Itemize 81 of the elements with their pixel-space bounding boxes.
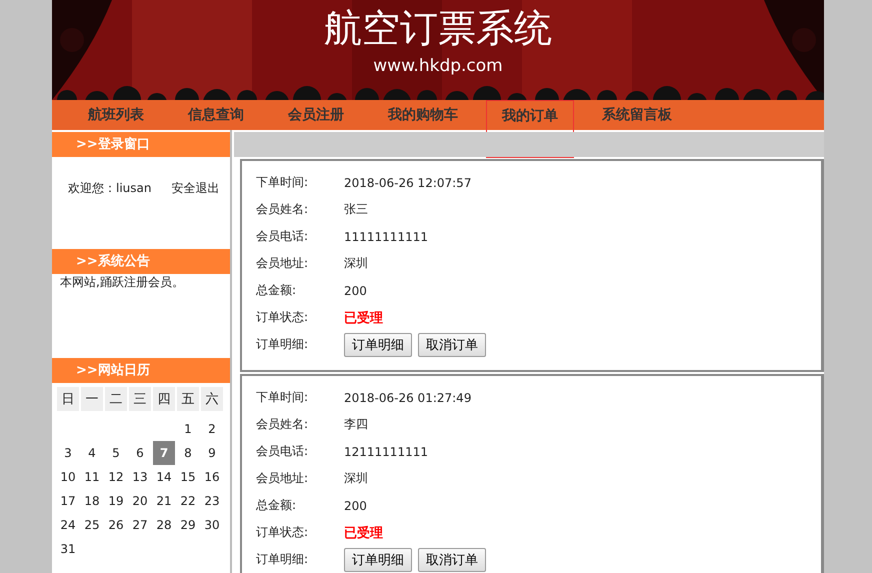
calendar-day[interactable]: 18 <box>81 489 103 513</box>
calendar-day[interactable]: 9 <box>201 441 223 465</box>
order-button[interactable]: 订单明细 <box>344 332 412 356</box>
field-label: 总金额: <box>256 497 298 514</box>
field-label: 订单状态: <box>256 309 310 326</box>
field-value: 12111111111 <box>344 444 428 458</box>
calendar-day[interactable]: 23 <box>201 489 223 513</box>
site-url: www.hkdp.com <box>373 56 503 76</box>
weekday-header: 四 <box>153 387 175 411</box>
field-label: 订单状态: <box>256 524 310 541</box>
nav-link[interactable]: 系统留言板 <box>586 100 688 130</box>
nav-link[interactable]: 我的购物车 <box>372 100 474 130</box>
site-title: 航空订票系统 <box>324 6 552 50</box>
calendar-day[interactable]: 17 <box>57 489 79 513</box>
calendar-day[interactable]: 13 <box>129 465 151 489</box>
field-label: 会员电话: <box>256 228 310 245</box>
field-label: 会员地址: <box>256 255 310 272</box>
panel-header: >>登录窗口 <box>52 132 230 157</box>
welcome-text: 欢迎您：liusan <box>67 181 152 195</box>
field-label: 下单时间: <box>256 174 310 191</box>
field-label: 总金额: <box>256 282 298 299</box>
field-label: 会员电话: <box>256 443 310 460</box>
calendar-day[interactable]: 15 <box>177 465 199 489</box>
calendar-day[interactable]: 3 <box>57 441 79 465</box>
panel-header: >>网站日历 <box>52 358 230 383</box>
calendar-day[interactable]: 1 <box>177 417 199 441</box>
field-value: 11111111111 <box>344 230 428 244</box>
calendar-day[interactable]: 4 <box>81 441 103 465</box>
field-label: 下单时间: <box>256 389 310 406</box>
field-label: 订单明细: <box>256 551 310 568</box>
calendar-day[interactable]: 27 <box>129 513 151 537</box>
calendar-day[interactable]: 29 <box>177 513 199 537</box>
panel-header: >>系统公告 <box>52 249 230 274</box>
weekday-header: 日 <box>57 387 79 411</box>
field-value: 200 <box>344 498 367 512</box>
order-button[interactable]: 取消订单 <box>418 548 486 572</box>
field-value: 200 <box>344 284 367 298</box>
field-value: 深圳 <box>344 255 368 272</box>
calendar-day[interactable]: 12 <box>105 465 127 489</box>
field-value: 2018-06-26 12:07:57 <box>344 176 472 190</box>
weekday-header: 三 <box>129 387 151 411</box>
notice-text: 本网站,踊跃注册会员。 <box>60 275 184 289</box>
nav-link[interactable]: 航班列表 <box>72 100 160 130</box>
calendar-day[interactable]: 2 <box>201 417 223 441</box>
status-value: 已受理 <box>344 524 383 542</box>
field-value: 深圳 <box>344 470 368 487</box>
field-value: 李四 <box>344 416 368 433</box>
calendar-day[interactable]: 24 <box>57 513 79 537</box>
calendar-day[interactable]: 14 <box>153 465 175 489</box>
calendar-day[interactable]: 31 <box>57 537 79 561</box>
calendar-day[interactable]: 8 <box>177 441 199 465</box>
calendar-day[interactable]: 10 <box>57 465 79 489</box>
calendar-day[interactable]: 25 <box>81 513 103 537</box>
calendar-day[interactable]: 26 <box>105 513 127 537</box>
calendar-day[interactable]: 22 <box>177 489 199 513</box>
calendar-day[interactable]: 30 <box>201 513 223 537</box>
field-label: 会员姓名: <box>256 416 310 433</box>
nav-link[interactable]: 信息查询 <box>172 100 260 130</box>
calendar-day[interactable]: 5 <box>105 441 127 465</box>
weekday-header: 六 <box>201 387 223 411</box>
weekday-header: 五 <box>177 387 199 411</box>
calendar-day[interactable]: 21 <box>153 489 175 513</box>
calendar-day[interactable]: 16 <box>201 465 223 489</box>
weekday-header: 二 <box>105 387 127 411</box>
field-label: 会员地址: <box>256 470 310 487</box>
field-label: 会员姓名: <box>256 201 310 218</box>
field-value: 张三 <box>344 201 368 218</box>
calendar-day[interactable]: 6 <box>129 441 151 465</box>
calendar-day[interactable]: 28 <box>153 513 175 537</box>
status-value: 已受理 <box>344 310 383 326</box>
logout-link[interactable]: 安全退出 <box>171 181 220 195</box>
field-value: 2018-06-26 01:27:49 <box>344 390 472 404</box>
weekday-header: 一 <box>81 387 103 411</box>
calendar-day[interactable]: 7 <box>153 441 175 465</box>
field-label: 订单明细: <box>256 336 310 353</box>
nav-link[interactable]: 会员注册 <box>272 100 360 130</box>
calendar-day[interactable]: 11 <box>81 465 103 489</box>
order-button[interactable]: 订单明细 <box>344 548 412 572</box>
calendar-day[interactable]: 19 <box>105 489 127 513</box>
calendar-day[interactable]: 20 <box>129 489 151 513</box>
order-button[interactable]: 取消订单 <box>418 332 486 356</box>
